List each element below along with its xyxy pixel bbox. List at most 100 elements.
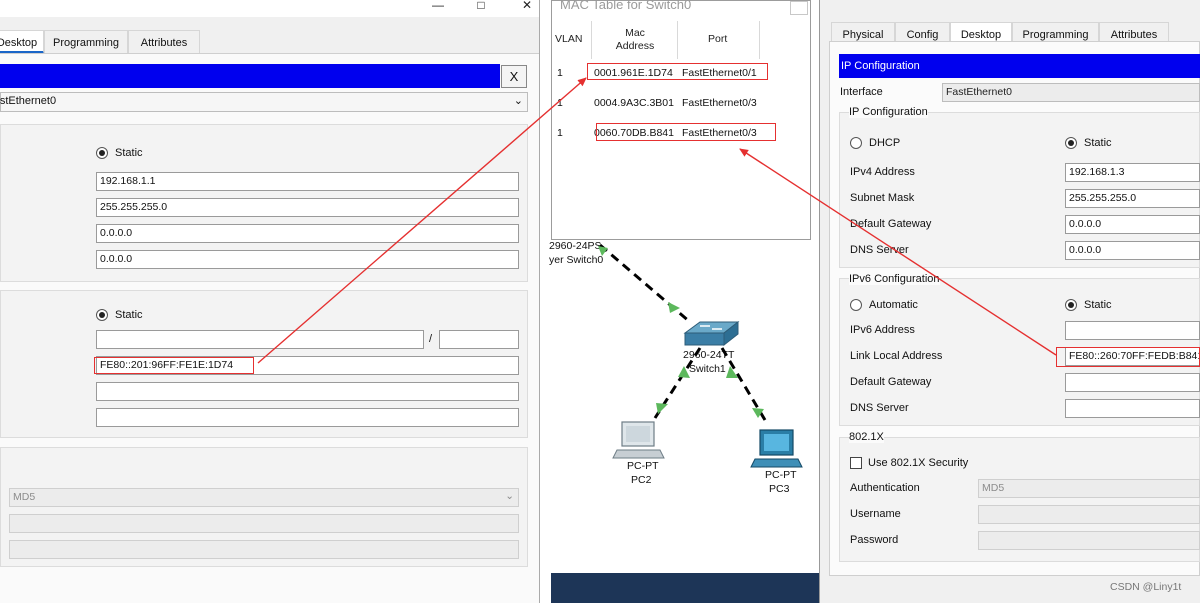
dns-server-field[interactable]: 0.0.0.0 — [96, 250, 519, 269]
static-radio[interactable] — [1065, 137, 1077, 149]
mac-header: Mac Address — [615, 27, 655, 52]
ip-config-header-bar — [0, 64, 500, 88]
default-gateway-field[interactable]: 0.0.0.0 — [96, 224, 519, 243]
automatic-label: Automatic — [869, 299, 918, 311]
ipv6-dns-field[interactable] — [96, 408, 519, 427]
row1-vlan: 1 — [557, 67, 563, 79]
password-field — [978, 531, 1200, 550]
ipv6-static-radio[interactable] — [1065, 299, 1077, 311]
mac-close-button[interactable] — [790, 1, 808, 15]
subnet-mask-field[interactable]: 255.255.255.0 — [96, 198, 519, 217]
password-field — [9, 540, 519, 559]
row2-port: FastEthernet0/3 — [682, 97, 757, 109]
pc3-model-label: PC-PT — [765, 469, 797, 481]
password-label: Password — [850, 534, 899, 546]
subnet-mask-field[interactable]: 255.255.255.0 — [1065, 189, 1200, 208]
interface-value: FastEthernet0 — [0, 95, 57, 107]
auth-method-dropdown: MD5 ⌄ — [9, 488, 519, 507]
left-titlebar: — □ ✕ — [0, 0, 539, 17]
authentication-label: Authentication — [850, 482, 920, 494]
ipv6-dns-label: DNS Server — [850, 402, 909, 414]
pc3-name-label: PC3 — [769, 483, 790, 495]
ip-config-group-title: IP Configuration — [849, 106, 928, 118]
default-gateway-label: Default Gateway — [850, 218, 932, 230]
vlan-header: VLAN — [555, 33, 583, 45]
dhcp-label: DHCP — [869, 137, 901, 149]
ipv6-dns-field[interactable] — [1065, 399, 1200, 418]
ipv4-static-label: Static — [115, 147, 143, 159]
subnet-mask-label: Subnet Mask — [850, 192, 915, 204]
default-gateway-field[interactable]: 0.0.0.0 — [1065, 215, 1200, 234]
ipv4-static-radio[interactable] — [96, 147, 108, 159]
close-icon[interactable]: ✕ — [515, 0, 539, 14]
pc2-name-label: PC2 — [631, 474, 652, 486]
ipv4-address-field[interactable]: 192.168.1.3 — [1065, 163, 1200, 182]
username-label: Username — [850, 508, 901, 520]
ipv6-address-field[interactable] — [1065, 321, 1200, 340]
static-label: Static — [1084, 137, 1112, 149]
ipv6-gateway-field[interactable] — [1065, 373, 1200, 392]
ipv6-gateway-label: Default Gateway — [850, 376, 932, 388]
use-dot1x-checkbox[interactable] — [850, 457, 862, 469]
ipv6-address-label: IPv6 Address — [850, 324, 915, 336]
maximize-icon[interactable]: □ — [469, 0, 493, 14]
link-local-address-label: Link Local Address — [850, 350, 943, 362]
ip-config-close-button[interactable]: X — [501, 65, 527, 88]
ipv6-static-radio[interactable] — [96, 309, 108, 321]
bottom-bar — [551, 573, 819, 603]
tab-programming[interactable]: Programming — [44, 30, 128, 54]
tab-programming-label: Programming — [52, 37, 120, 49]
switch0-name-label: yer Switch0 — [549, 254, 604, 266]
tab-attributes[interactable]: Attributes — [128, 30, 200, 54]
left-tab-bar: Desktop Programming Attributes — [0, 30, 539, 54]
username-field — [9, 514, 519, 533]
username-field — [978, 505, 1200, 524]
ipv4-address-field[interactable]: 192.168.1.1 — [96, 172, 519, 191]
dot1x-group-title: 802.1X — [849, 431, 884, 443]
ipv6-static-label: Static — [115, 309, 143, 321]
dhcp-radio[interactable] — [850, 137, 862, 149]
use-dot1x-label: Use 802.1X Security — [868, 457, 969, 469]
pc2-model-label: PC-PT — [627, 460, 659, 472]
dns-server-field[interactable]: 0.0.0.0 — [1065, 241, 1200, 260]
row2-vlan: 1 — [557, 97, 563, 109]
tab-attributes-label: Attributes — [1110, 29, 1158, 41]
minimize-icon[interactable]: — — [426, 0, 450, 14]
ipv4-address-label: IPv4 Address — [850, 166, 915, 178]
row3-vlan: 1 — [557, 127, 563, 139]
highlight-box-left-link-local — [94, 357, 254, 374]
port-header: Port — [708, 33, 728, 45]
authentication-dropdown: MD5 — [978, 479, 1200, 498]
switch1-name-label: Switch1 — [689, 363, 726, 375]
switch1-model-label: 2960-24TT — [683, 349, 735, 361]
ipv6-gateway-field[interactable] — [96, 382, 519, 401]
automatic-radio[interactable] — [850, 299, 862, 311]
ipv6-prefix-field[interactable] — [439, 330, 519, 349]
ipv6-static-label: Static — [1084, 299, 1112, 311]
interface-dropdown[interactable]: FastEthernet0 — [942, 83, 1200, 102]
tab-desktop[interactable]: Desktop — [0, 30, 44, 54]
row2-mac: 0004.9A3C.3B01 — [594, 97, 674, 109]
watermark: CSDN @Liny1t — [1110, 581, 1182, 593]
highlight-box-right-link-local — [1056, 347, 1200, 367]
tab-desktop-label: Desktop — [960, 29, 1002, 41]
chevron-down-icon: ⌄ — [513, 95, 523, 107]
highlight-box-mac-row1 — [587, 63, 768, 80]
switch0-model-label: 2960-24PS — [549, 240, 602, 252]
tab-desktop-label: Desktop — [0, 37, 38, 49]
tab-programming-label: Programming — [1022, 29, 1089, 41]
tab-physical-label: Physical — [842, 29, 884, 41]
highlight-box-mac-row3 — [596, 123, 776, 141]
ip-config-header-bar: IP Configuration — [839, 54, 1200, 78]
ipv6-config-group-title: IPv6 Configuration — [849, 273, 940, 285]
left-pc-window: — □ ✕ Desktop Programming Attributes X F… — [0, 0, 540, 603]
ipv6-address-field[interactable] — [96, 330, 424, 349]
mac-table-window: MAC Table for Switch0 VLAN Mac Address P… — [551, 0, 811, 240]
interface-label: Interface — [840, 86, 883, 98]
prefix-separator: / — [429, 333, 433, 345]
tab-attributes-label: Attributes — [140, 37, 188, 49]
auth-method-value: MD5 — [13, 491, 36, 503]
tab-config-label: Config — [906, 29, 939, 41]
interface-dropdown[interactable]: FastEthernet0 ⌄ — [0, 92, 528, 112]
topology-canvas: 2960-24PS yer Switch0 2960-24TT Switch1 … — [549, 240, 819, 573]
